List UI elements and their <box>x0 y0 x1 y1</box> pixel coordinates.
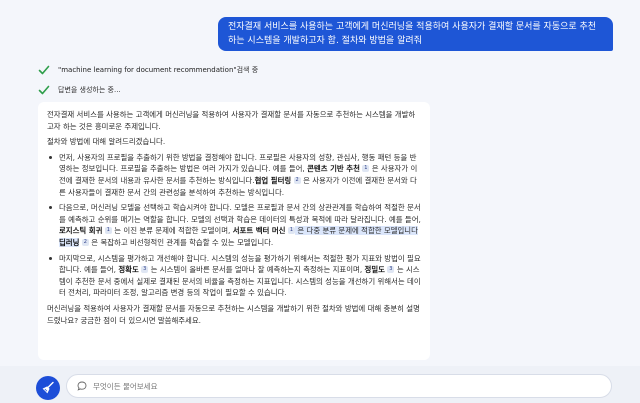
chat-input[interactable] <box>93 381 573 391</box>
check-icon <box>38 65 50 75</box>
keyword-precision: 정밀도 <box>364 265 385 275</box>
citation-link[interactable]: 2 <box>81 238 89 246</box>
highlighted-text: 은 다중 분류 문제에 적합한 모델입니다 <box>295 226 418 236</box>
check-icon <box>38 85 50 95</box>
broom-icon <box>42 381 54 394</box>
keyword-deep-learning: 딥러닝 <box>59 237 80 247</box>
list-item: 다음으로, 머신러닝 모델을 선택하고 학습시켜야 합니다. 모델은 프로필과 … <box>47 202 421 248</box>
user-message-text: 전자결재 서비스를 사용하는 고객에게 머신러닝을 적용하여 사용자가 결재할 … <box>228 22 597 46</box>
assistant-answer: 전자결재 서비스를 사용하는 고객에게 머신러닝을 적용하여 사용자가 결재할 … <box>38 102 430 360</box>
answer-outro: 머신러닝을 적용하여 사용자가 결재할 문서를 자동으로 추천하는 시스템을 개… <box>47 303 420 325</box>
keyword-content-based: 콘텐츠 기반 추천 <box>307 164 360 174</box>
chat-input-box[interactable] <box>66 374 612 398</box>
list-item: 마지막으로, 시스템을 평가하고 개선해야 합니다. 시스템의 성능을 평가하기… <box>47 253 421 299</box>
search-status: "machine learning for document recommend… <box>38 64 258 76</box>
answer-text: 는 시스템이 올바른 문서를 얼마나 잘 예측하는지 측정하는 지표이며, <box>148 265 365 275</box>
list-item: 먼저, 사용자의 프로필을 추출하기 위한 방법을 결정해야 합니다. 프로필은… <box>47 152 421 198</box>
new-topic-button[interactable] <box>36 376 60 400</box>
answer-text: 는 이진 분류 문제에 적합한 모델이며, <box>111 226 233 236</box>
search-status-suffix: 검색 중 <box>236 66 259 74</box>
chat-bubble-icon <box>77 381 87 391</box>
user-message-bubble: 전자결재 서비스를 사용하는 고객에게 머신러닝을 적용하여 사용자가 결재할 … <box>218 17 613 51</box>
keyword-svm: 서포트 벡터 머신 <box>232 226 286 236</box>
generating-status: 답변을 생성하는 중... <box>38 84 121 96</box>
answer-text: 다음으로, 머신러닝 모델을 선택하고 학습시켜야 합니다. 모델은 프로필과 … <box>59 203 421 224</box>
citation-link[interactable]: 1 <box>287 227 296 235</box>
answer-list: 먼저, 사용자의 프로필을 추출하기 위한 방법을 결정해야 합니다. 프로필은… <box>47 152 421 299</box>
keyword-collaborative-filtering: 협업 필터링 <box>254 175 292 185</box>
answer-text: 은 복잡하고 비선형적인 관계를 학습할 수 있는 모델입니다. <box>88 237 274 247</box>
answer-lead: 절차와 방법에 대해 알려드리겠습니다. <box>47 137 166 147</box>
answer-intro: 전자결재 서비스를 사용하는 고객에게 머신러닝을 적용하여 사용자가 결재할 … <box>47 110 416 131</box>
generating-status-text: 답변을 생성하는 중... <box>58 86 121 94</box>
citation-link[interactable]: 2 <box>293 176 301 184</box>
keyword-logistic-regression: 로지스틱 회귀 <box>59 226 103 236</box>
search-query-text: "machine learning for document recommend… <box>58 66 237 74</box>
keyword-accuracy: 정확도 <box>118 265 139 275</box>
citation-link[interactable]: 1 <box>104 227 112 235</box>
